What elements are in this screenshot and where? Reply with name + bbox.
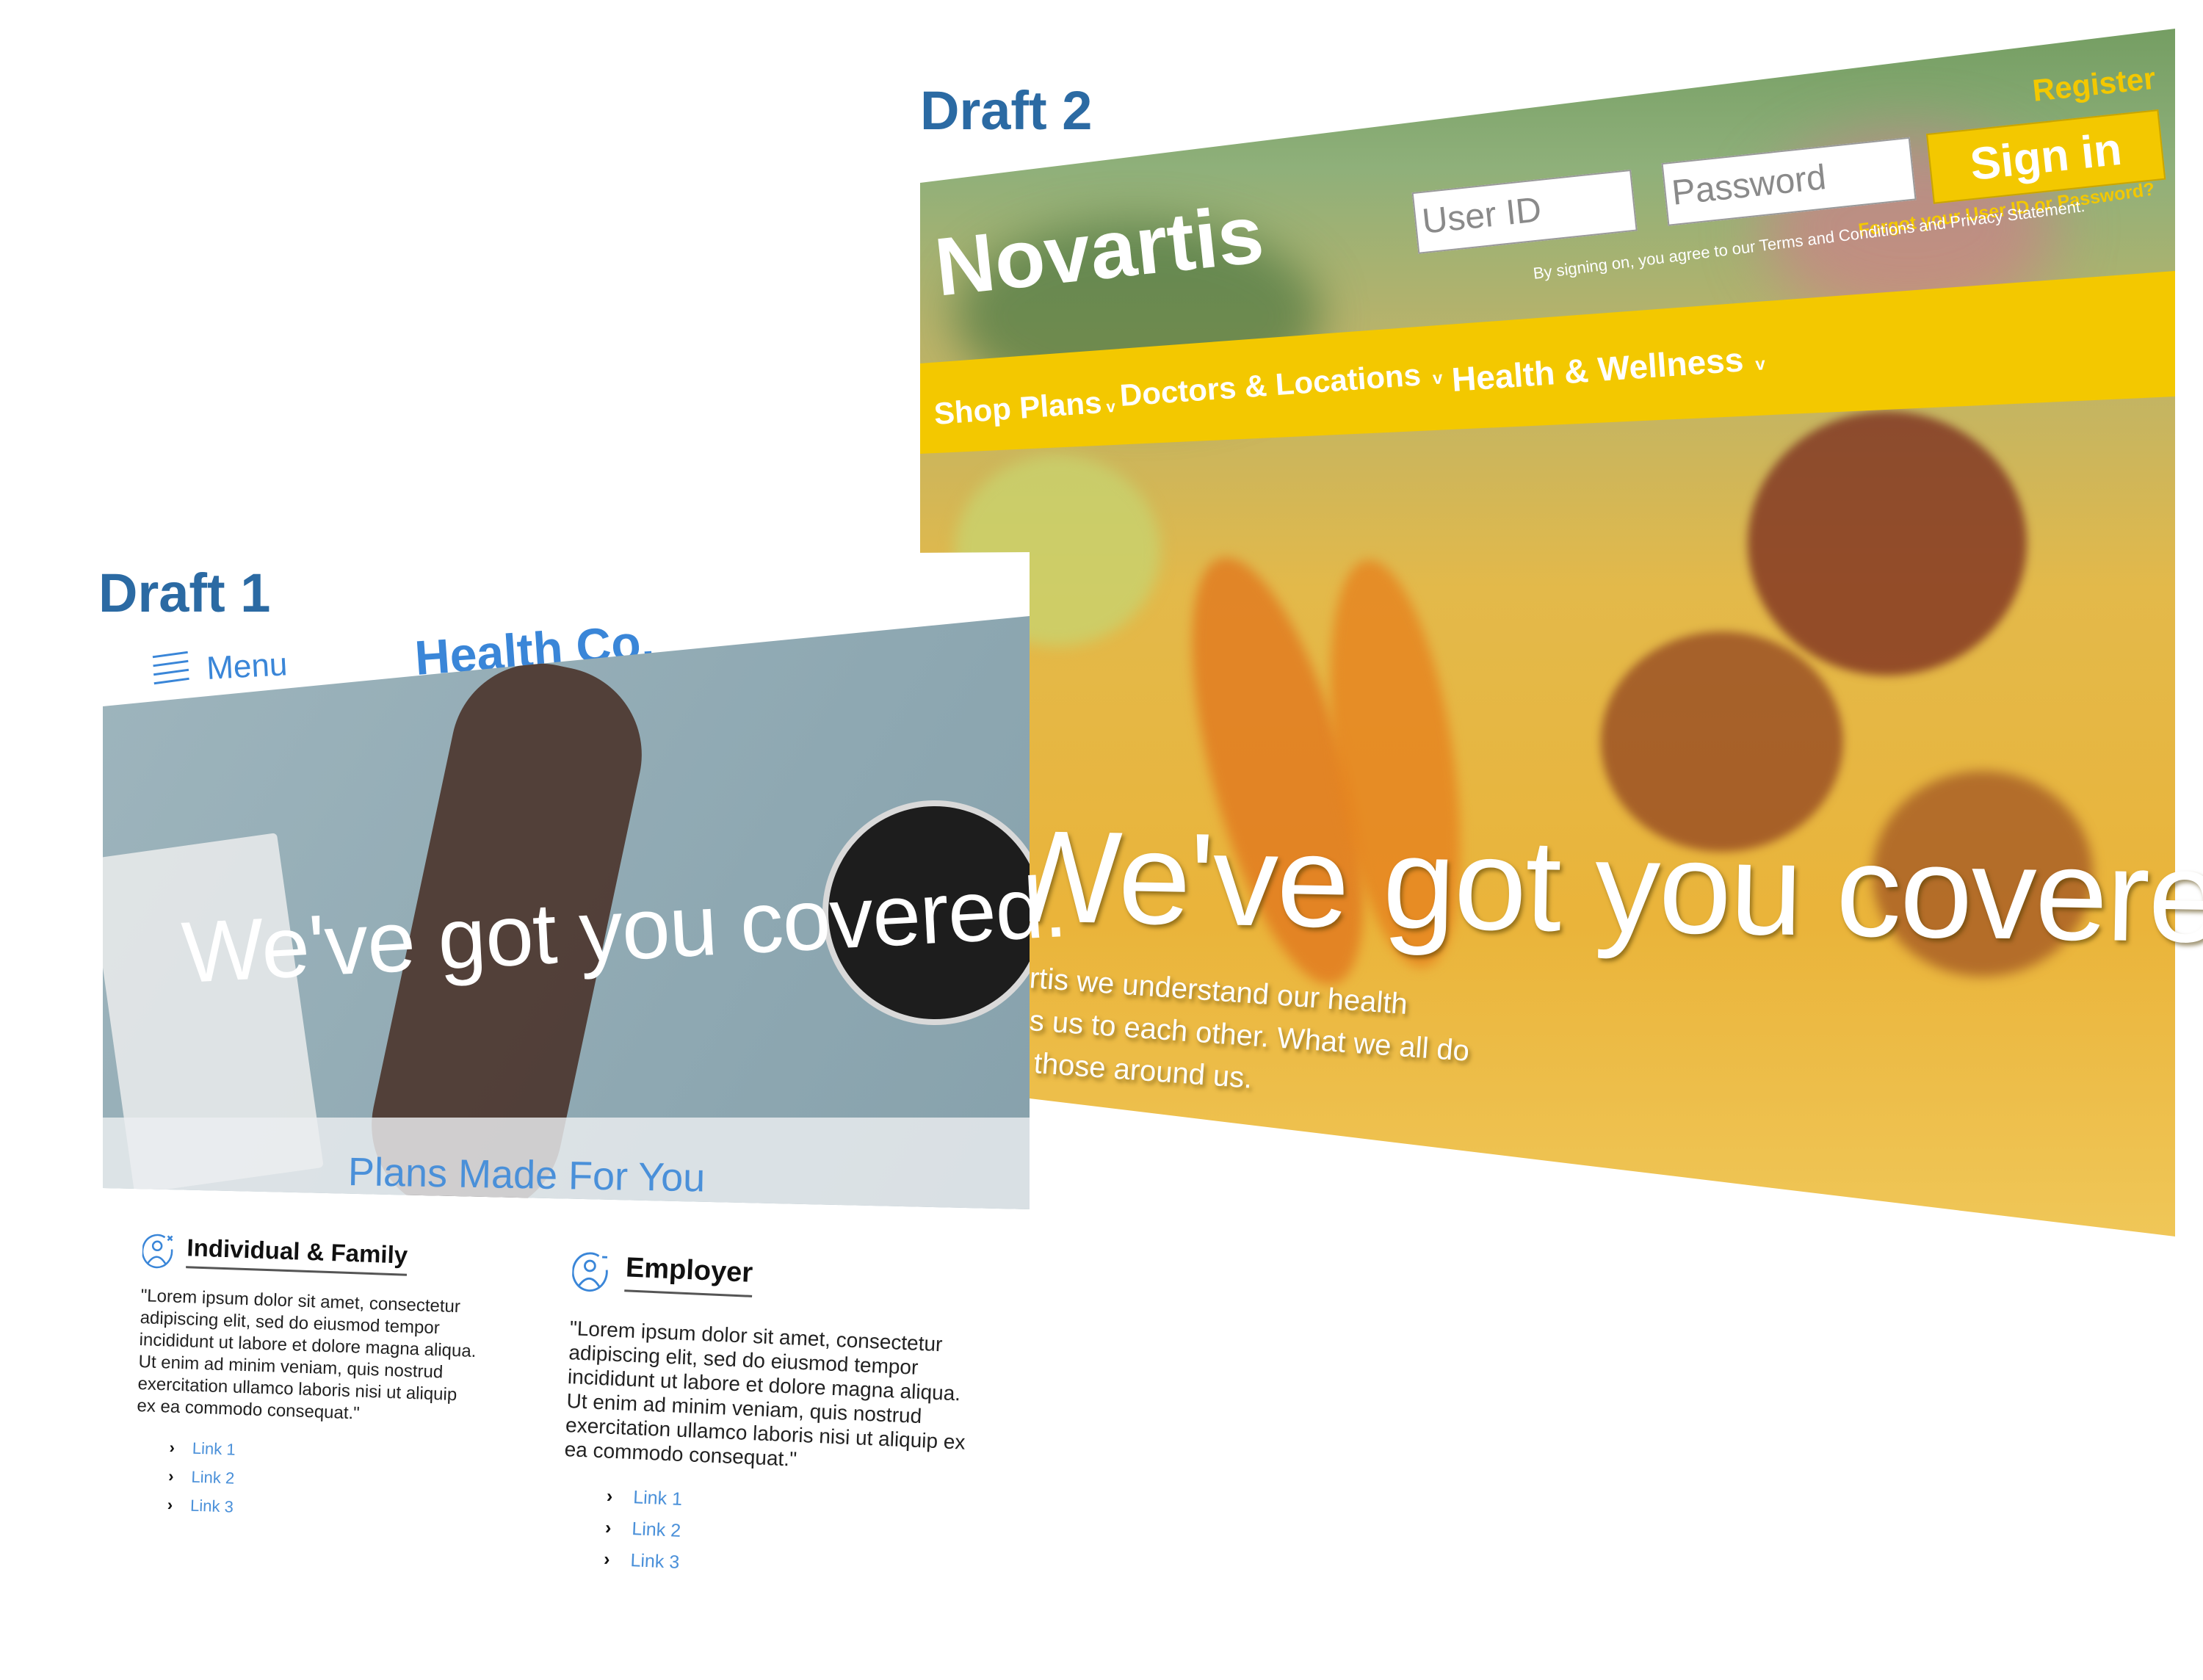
- link-label[interactable]: Link 3: [630, 1550, 680, 1573]
- chevron-down-icon: v: [1432, 368, 1444, 389]
- menu-label: Menu: [206, 646, 289, 687]
- section-title: Individual & Family: [186, 1234, 408, 1276]
- person-circle-icon: [571, 1252, 608, 1292]
- chevron-right-icon: ›: [169, 1438, 176, 1457]
- hamburger-icon: [152, 651, 189, 685]
- chevron-right-icon: ›: [603, 1549, 611, 1570]
- draft-2-headline: We've got you covered.: [997, 803, 2203, 972]
- person-circle-icon: [141, 1234, 173, 1269]
- chevron-right-icon: ›: [167, 1466, 174, 1485]
- link-label[interactable]: Link 2: [632, 1518, 681, 1541]
- section-individual-family: Individual & Family "Lorem ipsum dolor s…: [133, 1232, 480, 1529]
- section-text: "Lorem ipsum dolor sit amet, consectetur…: [564, 1317, 966, 1471]
- password-placeholder: Password: [1670, 158, 1828, 213]
- menu-button[interactable]: Menu: [149, 642, 289, 694]
- user-id-placeholder: User ID: [1420, 190, 1544, 242]
- beet-shape: [1748, 411, 2027, 676]
- plans-made-for-you-heading: Plans Made For You: [347, 1150, 706, 1201]
- chevron-down-icon: v: [1754, 354, 1766, 375]
- draft-2-label: Draft 2: [920, 80, 1093, 141]
- section-employer: Employer "Lorem ipsum dolor sit amet, co…: [559, 1250, 984, 1591]
- chevron-down-icon: v: [1105, 397, 1116, 416]
- link-label[interactable]: Link 1: [633, 1487, 683, 1510]
- chevron-right-icon: ›: [606, 1485, 613, 1507]
- draft-1-label: Draft 1: [98, 562, 271, 623]
- link-label[interactable]: Link 3: [190, 1496, 234, 1516]
- link-label[interactable]: Link 2: [191, 1468, 235, 1488]
- canvas: Draft 2 Novartis Register User ID Passwo…: [0, 0, 2203, 1680]
- section-links: › Link 1 › Link 2 › Link 3: [167, 1433, 474, 1529]
- chevron-right-icon: ›: [604, 1517, 612, 1538]
- link-label[interactable]: Link 1: [192, 1439, 236, 1459]
- section-title: Employer: [624, 1252, 754, 1297]
- chevron-right-icon: ›: [167, 1495, 173, 1514]
- section-links: › Link 1 › Link 2 › Link 3: [603, 1481, 974, 1592]
- section-text: "Lorem ipsum dolor sit amet, consectetur…: [137, 1286, 477, 1424]
